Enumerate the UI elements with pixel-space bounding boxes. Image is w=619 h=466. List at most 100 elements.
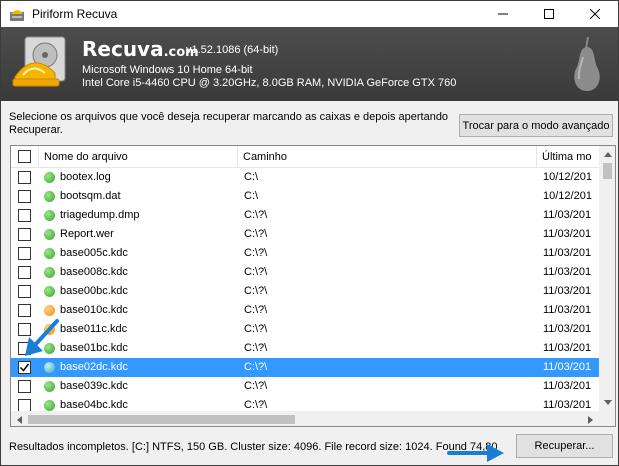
file-checkbox[interactable]	[18, 209, 31, 222]
file-name: base00bc.kdc	[60, 285, 128, 297]
file-date: 11/03/201	[543, 266, 592, 278]
file-row[interactable]: base02dc.kdc C:\?\ 11/03/201	[11, 358, 599, 377]
hardware-info: Intel Core i5-4460 CPU @ 3.20GHz, 8.0GB …	[82, 77, 457, 89]
file-state-green-icon	[44, 248, 55, 259]
piriform-pear-icon	[574, 36, 600, 91]
file-checkbox[interactable]	[18, 285, 31, 298]
file-path: C:\?\	[244, 247, 268, 259]
file-date: 11/03/201	[543, 399, 592, 411]
horizontal-scroll-thumb[interactable]	[28, 415, 295, 424]
close-button[interactable]	[572, 1, 618, 27]
file-name: base04bc.kdc	[60, 399, 128, 411]
file-state-green-icon	[44, 286, 55, 297]
file-path: C:\?\	[244, 342, 268, 354]
horizontal-scrollbar[interactable]	[11, 411, 599, 426]
file-path: C:\?\	[244, 361, 268, 373]
column-header-check[interactable]	[11, 146, 39, 168]
file-row[interactable]: triagedump.dmp C:\?\ 11/03/201	[11, 206, 599, 225]
file-row[interactable]: bootsqm.dat C:\ 10/12/201	[11, 187, 599, 206]
file-state-orange-icon	[44, 324, 55, 335]
file-path: C:\?\	[244, 266, 268, 278]
file-checkbox[interactable]	[18, 171, 31, 184]
recover-button[interactable]: Recuperar...	[516, 434, 613, 458]
file-path: C:\	[244, 190, 259, 202]
file-state-green-icon	[44, 343, 55, 354]
list-header: Nome do arquivo Caminho Última mo	[11, 146, 599, 168]
maximize-button[interactable]	[526, 1, 572, 27]
scroll-down-button[interactable]	[599, 394, 615, 411]
file-checkbox[interactable]	[18, 361, 31, 374]
instruction-text: Selecione os arquivos que você deseja re…	[9, 111, 449, 136]
file-row[interactable]: base008c.kdc C:\?\ 11/03/201	[11, 263, 599, 282]
select-all-checkbox[interactable]	[18, 150, 31, 163]
file-row[interactable]: base010c.kdc C:\?\ 11/03/201	[11, 301, 599, 320]
file-path: C:\?\	[244, 228, 268, 240]
file-state-green-icon	[44, 267, 55, 278]
file-checkbox[interactable]	[18, 323, 31, 336]
file-checkbox[interactable]	[18, 247, 31, 260]
brand-main: Recuva	[82, 37, 164, 61]
file-date: 10/12/201	[543, 190, 592, 202]
file-state-green-icon	[44, 229, 55, 240]
file-row[interactable]: base04bc.kdc C:\?\ 11/03/201	[11, 396, 599, 412]
file-checkbox[interactable]	[18, 304, 31, 317]
version-text: v1.52.1086 (64-bit)	[186, 44, 279, 56]
column-header-date[interactable]: Última mo	[537, 146, 599, 168]
window-title: Piriform Recuva	[32, 7, 118, 21]
file-name: base039c.kdc	[60, 380, 128, 392]
file-path: C:\?\	[244, 285, 268, 297]
vertical-scrollbar[interactable]	[599, 146, 615, 411]
file-date: 11/03/201	[543, 228, 592, 240]
minimize-button[interactable]	[480, 1, 526, 27]
file-state-green-icon	[44, 400, 55, 411]
recuva-logo-icon	[12, 36, 66, 87]
checkmark-icon	[19, 363, 30, 372]
os-info: Microsoft Windows 10 Home 64-bit	[82, 64, 253, 76]
vertical-scroll-thumb[interactable]	[603, 163, 612, 179]
file-checkbox[interactable]	[18, 342, 31, 355]
file-checkbox[interactable]	[18, 266, 31, 279]
file-row[interactable]: base005c.kdc C:\?\ 11/03/201	[11, 244, 599, 263]
column-header-name[interactable]: Nome do arquivo	[39, 146, 238, 168]
column-header-path[interactable]: Caminho	[238, 146, 537, 168]
file-row[interactable]: base01bc.kdc C:\?\ 11/03/201	[11, 339, 599, 358]
file-rows: bootex.log C:\ 10/12/201 bootsqm.dat C:\ 10/1…	[11, 168, 599, 412]
file-date: 11/03/201	[543, 285, 592, 297]
scroll-up-button[interactable]	[599, 146, 615, 163]
file-checkbox[interactable]	[18, 190, 31, 203]
scroll-left-button[interactable]	[11, 411, 28, 426]
file-row[interactable]: Report.wer C:\?\ 11/03/201	[11, 225, 599, 244]
title-bar: Piriform Recuva	[1, 1, 618, 27]
file-checkbox[interactable]	[18, 228, 31, 241]
file-row[interactable]: base011c.kdc C:\?\ 11/03/201	[11, 320, 599, 339]
file-row[interactable]: base00bc.kdc C:\?\ 11/03/201	[11, 282, 599, 301]
file-list: Nome do arquivo Caminho Última mo bootex…	[10, 145, 616, 427]
file-state-green-icon	[44, 381, 55, 392]
file-date: 11/03/201	[543, 247, 592, 259]
file-name: base008c.kdc	[60, 266, 128, 278]
file-date: 10/12/201	[543, 171, 592, 183]
file-checkbox[interactable]	[18, 380, 31, 393]
app-header: Recuva.com v1.52.1086 (64-bit) Microsoft…	[1, 27, 618, 101]
file-name: base005c.kdc	[60, 247, 128, 259]
file-row[interactable]: base039c.kdc C:\?\ 11/03/201	[11, 377, 599, 396]
file-state-green-icon	[44, 172, 55, 183]
file-date: 11/03/201	[543, 361, 592, 373]
file-state-teal-icon	[44, 362, 55, 373]
advanced-mode-button[interactable]: Trocar para o modo avançado	[459, 114, 613, 137]
file-row[interactable]: bootex.log C:\ 10/12/201	[11, 168, 599, 187]
file-name: base02dc.kdc	[60, 361, 128, 373]
file-name: base01bc.kdc	[60, 342, 128, 354]
file-date: 11/03/201	[543, 323, 592, 335]
file-name: triagedump.dmp	[60, 209, 140, 221]
scrollbar-corner	[599, 411, 615, 426]
file-date: 11/03/201	[543, 342, 592, 354]
close-icon	[590, 9, 600, 19]
chevron-up-icon	[603, 152, 612, 157]
recuva-app-icon	[10, 10, 24, 21]
status-text: Resultados incompletos. [C:] NTFS, 150 G…	[9, 441, 497, 453]
minimize-icon	[498, 13, 508, 15]
chevron-left-icon	[17, 415, 22, 424]
scroll-right-button[interactable]	[582, 411, 599, 426]
file-name: base010c.kdc	[60, 304, 128, 316]
